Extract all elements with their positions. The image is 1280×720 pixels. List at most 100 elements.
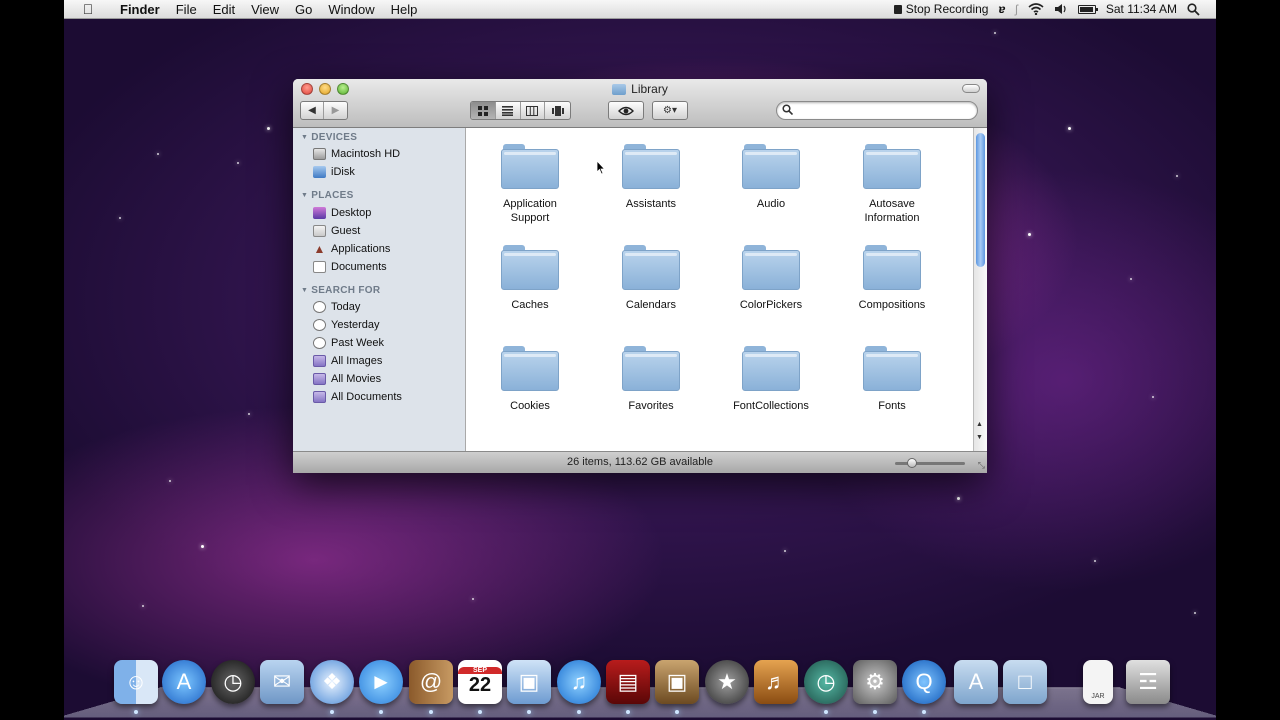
applications-stack-icon[interactable]: A [954,660,998,704]
quicktime-icon[interactable]: Q [902,660,946,704]
sidebar-item-documents[interactable]: Documents [313,259,387,275]
toolbar-toggle-button[interactable] [962,84,980,93]
mail-icon[interactable]: ✉ [260,660,304,704]
running-indicator [922,710,926,714]
sidebar-item-macintosh-hd[interactable]: Macintosh HD [313,146,400,162]
back-button[interactable]: ◀ [301,102,325,119]
sidebar-item-yesterday[interactable]: Yesterday [313,317,380,333]
scroll-down-arrow-icon[interactable]: ▼ [976,434,983,441]
folder-item[interactable]: FontCollections [711,346,831,413]
sidebar-item-desktop[interactable]: Desktop [313,205,371,221]
trash-icon[interactable]: ☲ [1126,660,1170,704]
search-field[interactable] [776,101,978,120]
dashboard-icon[interactable]: ◷ [211,660,255,704]
scroll-up-arrow-icon[interactable]: ▲ [976,421,983,428]
stop-recording-item[interactable]: Stop Recording [893,2,989,16]
star [1094,560,1096,562]
home-icon [313,225,326,237]
vertical-scrollbar[interactable]: ▲ ▼ [973,128,987,451]
sidebar-item-all-images[interactable]: All Images [313,353,382,369]
scroll-thumb[interactable] [976,133,985,267]
app-store-icon[interactable]: A [162,660,206,704]
menu-app-name[interactable]: Finder [112,2,168,17]
sidebar-section-devices[interactable]: ▼ DEVICES [301,132,357,143]
folder-item[interactable]: Fonts [832,346,952,413]
folder-label: Compositions [832,298,952,312]
spotlight-icon[interactable] [1187,2,1200,16]
menu-go[interactable]: Go [287,2,320,17]
front-row-icon[interactable]: ▤ [606,660,650,704]
sidebar-section-search-for[interactable]: ▼ SEARCH FOR [301,285,380,296]
bluetooth-icon[interactable]: ʃ [1015,2,1018,16]
icon-size-slider-thumb[interactable] [907,458,917,468]
folder-item[interactable]: Cookies [470,346,590,413]
icon-view-button[interactable] [471,102,496,119]
sidebar-item-guest[interactable]: Guest [313,223,360,239]
column-view-button[interactable] [521,102,546,119]
folder-grid: Application Support Assistants Audio Autosav… [467,128,973,451]
sidebar-section-places[interactable]: ▼ PLACES [301,190,354,201]
garageband-icon[interactable]: ♬ [754,660,798,704]
action-menu-button[interactable]: ⚙▾ [652,101,688,120]
clock[interactable]: Sat 11:34 AM [1106,2,1177,16]
folder-item[interactable]: Application Support [470,144,590,225]
finder-icon[interactable]: ☺ [114,660,158,704]
script-menu-icon[interactable]: ɐ [998,2,1005,16]
system-preferences-icon[interactable]: ⚙ [853,660,897,704]
smart-folder-icon [313,391,326,403]
ical-icon[interactable]: SEP 22 [458,660,502,704]
wifi-icon[interactable] [1028,3,1044,15]
folder-item[interactable]: Audio [711,144,831,211]
ichat-icon[interactable]: ► [359,660,403,704]
sidebar-item-all-movies[interactable]: All Movies [313,371,381,387]
folder-label: Fonts [832,399,952,413]
folder-item[interactable]: Compositions [832,245,952,312]
address-book-icon[interactable]: @ [409,660,453,704]
folder-item[interactable]: Caches [470,245,590,312]
sidebar-item-all-documents[interactable]: All Documents [313,389,402,405]
jar-file-icon[interactable]: JAR [1083,660,1113,704]
time-machine-icon[interactable]: ◷ [804,660,848,704]
finder-window: Library ◀ ▶ ⚙▾ ▼ DEVICES Macintosh HD iD… [293,79,987,473]
preview-icon[interactable]: ▣ [507,660,551,704]
folder-item[interactable]: ColorPickers [711,245,831,312]
sidebar-item-label: Yesterday [331,319,380,331]
itunes-icon[interactable]: ♫ [557,660,601,704]
safari-icon[interactable]: ❖ [310,660,354,704]
volume-icon[interactable] [1054,3,1068,15]
folder-icon [742,144,800,189]
icon-size-slider[interactable] [895,458,965,468]
menu-help[interactable]: Help [383,2,426,17]
quick-look-button[interactable] [608,101,644,120]
folder-item[interactable]: Calendars [591,245,711,312]
forward-button[interactable]: ▶ [324,102,347,119]
star [1176,175,1178,177]
sidebar-item-applications[interactable]: ▲ Applications [313,241,391,257]
search-input[interactable] [795,103,970,118]
apple-menu-icon[interactable]:  [64,1,112,17]
folder-item[interactable]: Favorites [591,346,711,413]
running-indicator [824,710,828,714]
folder-label: Autosave Information [832,197,952,225]
running-indicator [429,710,433,714]
sidebar-item-past-week[interactable]: Past Week [313,335,384,351]
menu-edit[interactable]: Edit [205,2,243,17]
list-view-button[interactable] [496,102,521,119]
stop-recording-label: Stop Recording [905,2,989,16]
folder-item[interactable]: Autosave Information [832,144,952,225]
sidebar-item-label: Desktop [331,207,372,219]
coverflow-view-button[interactable] [545,102,570,119]
sidebar-item-idisk[interactable]: iDisk [313,164,355,180]
sidebar-item-today[interactable]: Today [313,299,360,315]
menu-file[interactable]: File [168,2,205,17]
iphoto-icon[interactable]: ▣ [655,660,699,704]
imovie-icon[interactable]: ★ [705,660,749,704]
resize-grip-icon[interactable]: ⤡ [978,460,985,471]
folder-item[interactable]: Assistants [591,144,711,211]
menu-window[interactable]: Window [320,2,382,17]
documents-stack-icon[interactable]: □ [1003,660,1047,704]
desktop:  Finder File Edit View Go Window Help S… [64,0,1216,720]
menu-view[interactable]: View [243,2,287,17]
view-mode-buttons [470,101,571,120]
battery-icon[interactable] [1077,4,1098,14]
